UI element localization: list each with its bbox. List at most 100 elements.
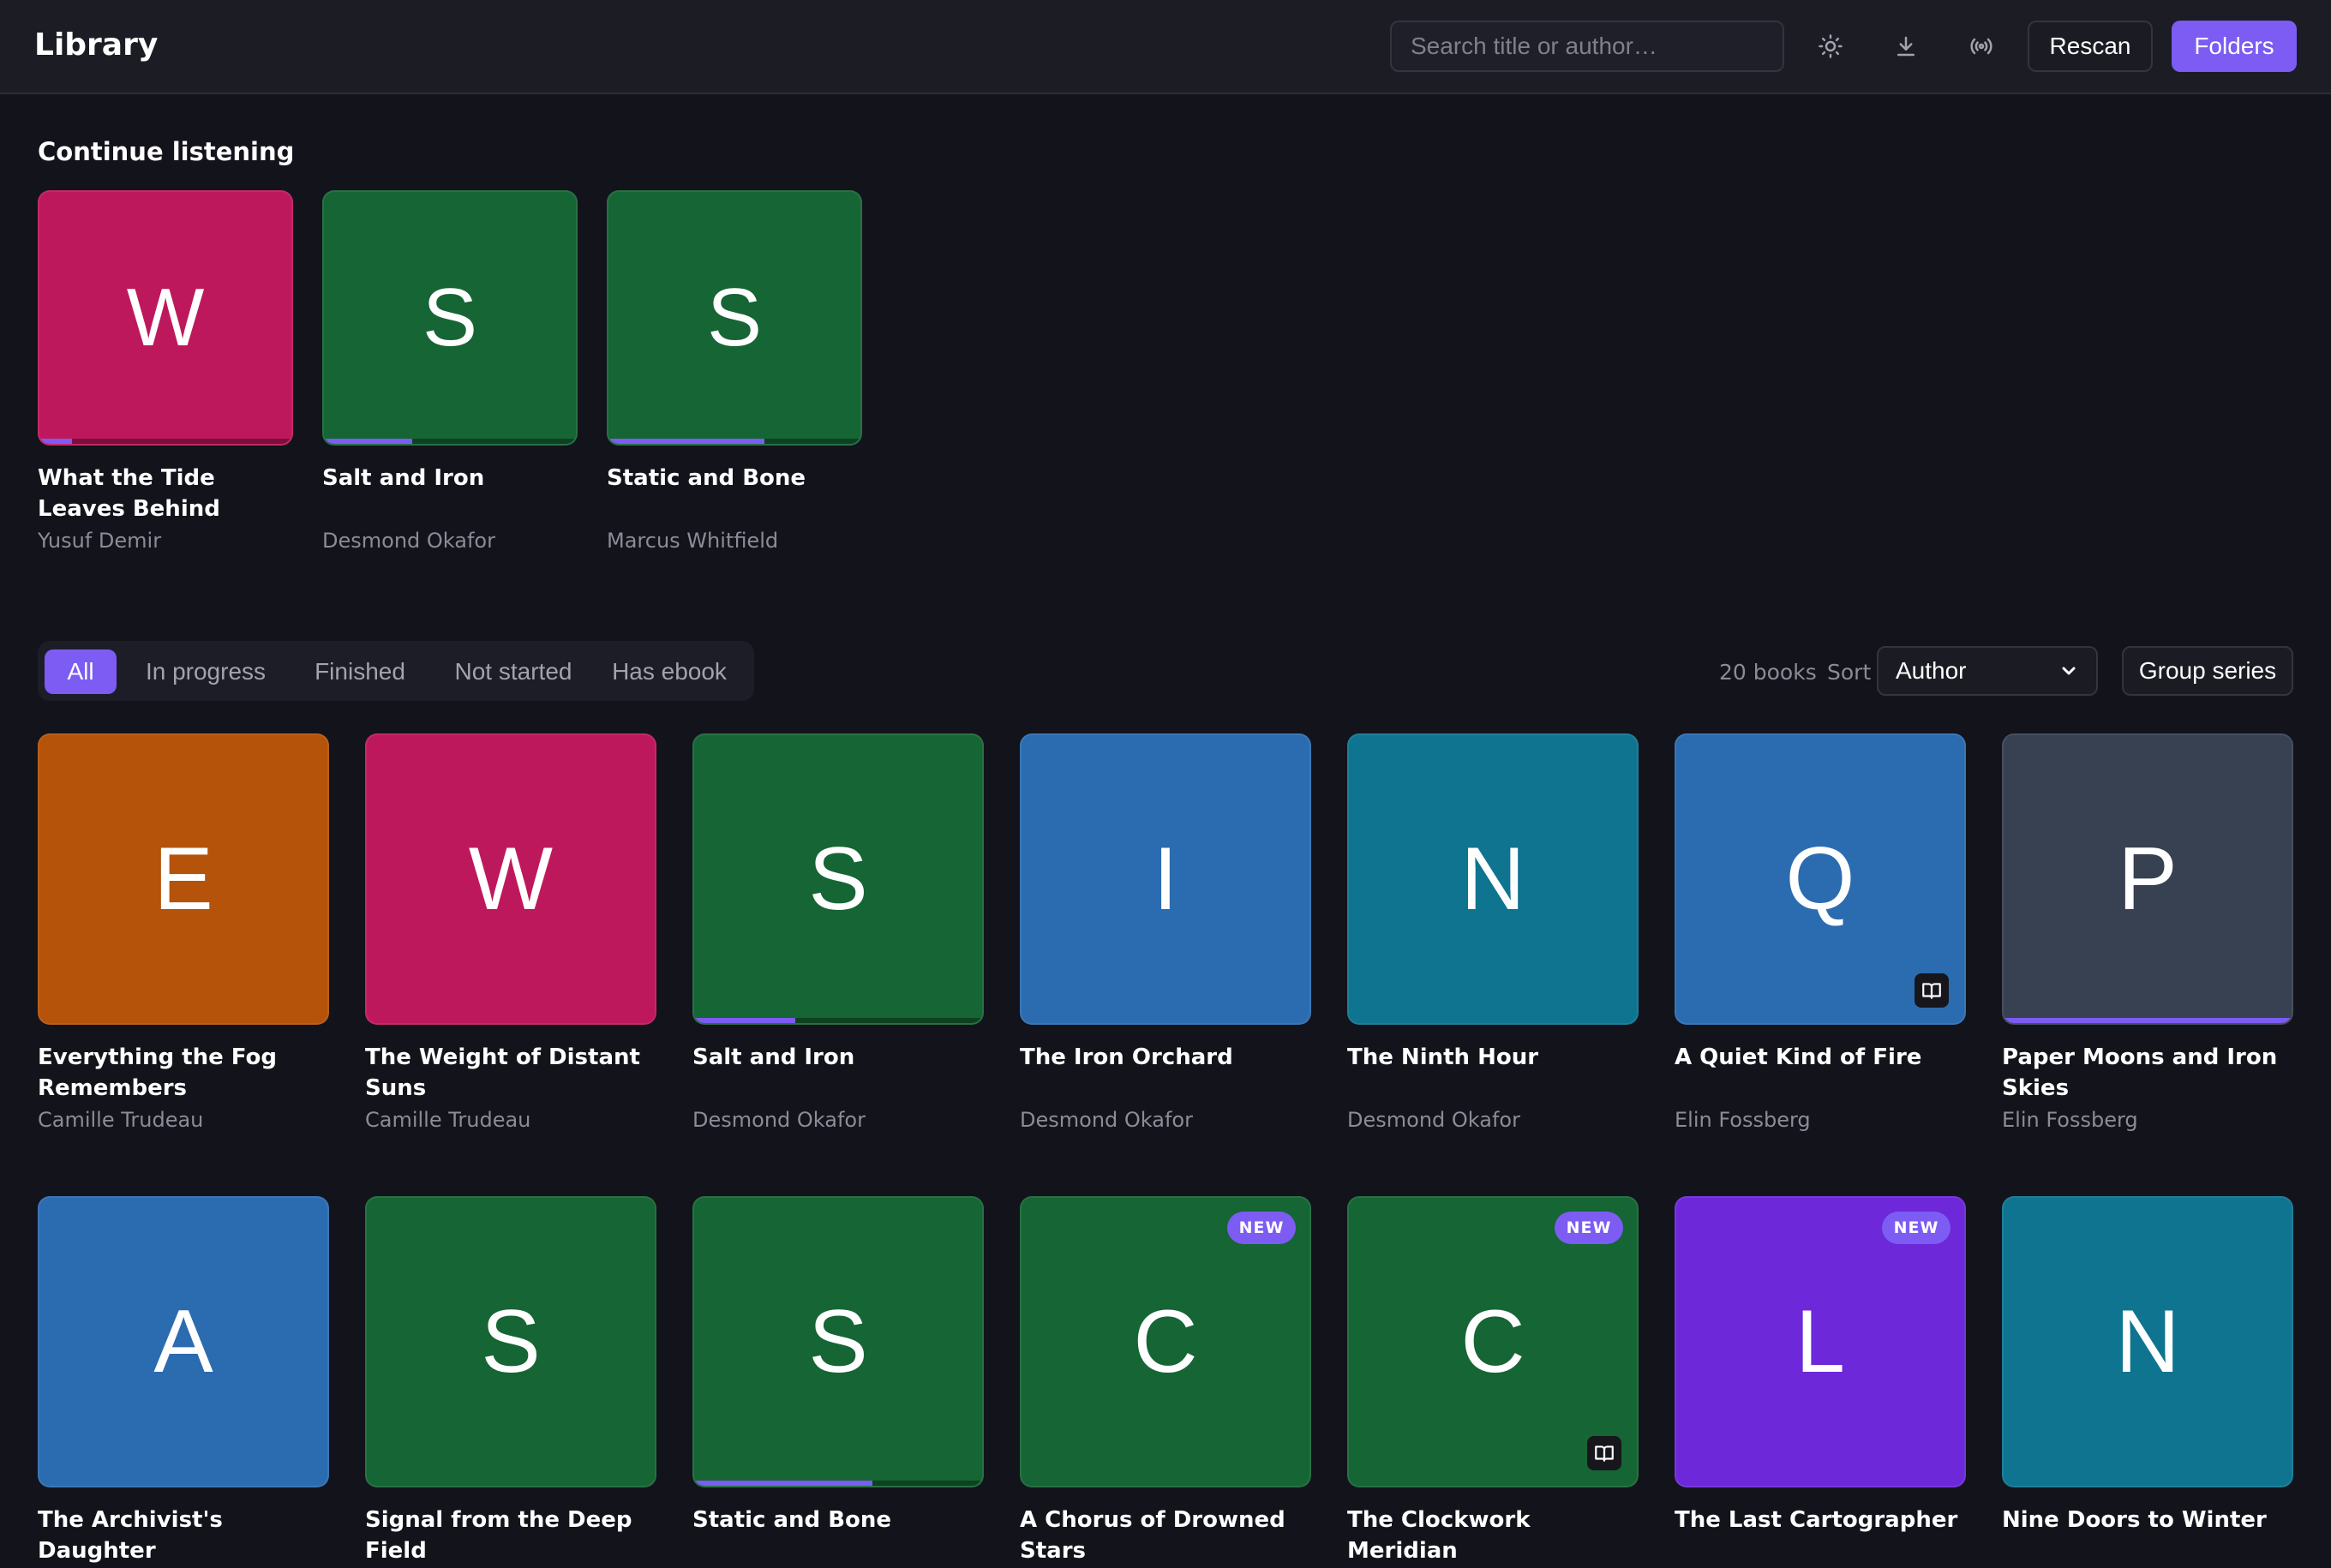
- cover-letter: S: [422, 272, 478, 363]
- new-badge: NEW: [1227, 1212, 1296, 1244]
- book-card[interactable]: W The Weight of Distant Suns Camille Trude…: [365, 733, 656, 1134]
- book-card[interactable]: P Paper Moons and Iron Skies Elin Fossberg: [2002, 733, 2293, 1134]
- book-cover[interactable]: C NEW: [1020, 1196, 1311, 1487]
- book-title: The Ninth Hour: [1347, 1044, 1539, 1070]
- book-cover[interactable]: S: [692, 1196, 984, 1487]
- book-author: Desmond Okafor: [1020, 1108, 1193, 1132]
- book-title: Paper Moons and Iron Skies: [2002, 1044, 2278, 1101]
- book-cover[interactable]: S: [365, 1196, 656, 1487]
- download-button[interactable]: [1885, 26, 1927, 67]
- book-cover[interactable]: S: [692, 733, 984, 1025]
- book-card[interactable]: C NEW A Chorus of Drowned Stars: [1020, 1196, 1311, 1568]
- cover-letter: L: [1795, 1292, 1845, 1391]
- book-card[interactable]: S Salt and Iron Desmond Okafor: [692, 733, 984, 1134]
- sun-icon: [1819, 34, 1843, 58]
- book-count: 20 books: [1719, 660, 1817, 685]
- broadcast-button[interactable]: [1961, 26, 2002, 67]
- book-card[interactable]: N Nine Doors to Winter: [2002, 1196, 2293, 1568]
- broadcast-icon: [1970, 38, 1992, 55]
- book-card[interactable]: I The Iron Orchard Desmond Okafor: [1020, 733, 1311, 1134]
- filter-tab[interactable]: Not started: [449, 649, 578, 694]
- book-author: Desmond Okafor: [322, 529, 495, 553]
- cover-letter: W: [126, 272, 205, 363]
- book-cover[interactable]: S: [607, 190, 862, 446]
- sort-select[interactable]: Author: [1877, 646, 2098, 696]
- book-card[interactable]: W What the Tide Leaves Behind Yusuf Demir: [38, 190, 293, 555]
- filter-tab[interactable]: In progress: [135, 649, 276, 694]
- book-title: Static and Bone: [692, 1507, 892, 1533]
- cover-letter: S: [808, 1292, 868, 1391]
- book-cover[interactable]: S: [322, 190, 578, 446]
- progress-track: [694, 1481, 982, 1486]
- book-cover[interactable]: L NEW: [1675, 1196, 1966, 1487]
- book-author: Camille Trudeau: [365, 1108, 531, 1132]
- cover-letter: E: [153, 829, 213, 929]
- theme-toggle-button[interactable]: [1810, 26, 1851, 67]
- folders-button[interactable]: Folders: [2172, 21, 2297, 72]
- ebook-badge: [1587, 1436, 1621, 1470]
- progress-bar: [608, 439, 765, 444]
- book-cover[interactable]: C NEW: [1347, 1196, 1639, 1487]
- sort-value: Author: [1896, 657, 1967, 684]
- cover-letter: W: [468, 829, 554, 929]
- book-title: Nine Doors to Winter: [2002, 1507, 2267, 1533]
- cover-letter: N: [1460, 829, 1525, 929]
- cover-letter: Q: [1785, 829, 1855, 929]
- filter-tab[interactable]: Finished: [302, 649, 418, 694]
- cover-letter: I: [1153, 829, 1178, 929]
- progress-bar: [324, 439, 412, 444]
- book-card[interactable]: S Static and Bone: [692, 1196, 984, 1568]
- book-cover[interactable]: N: [1347, 733, 1639, 1025]
- book-card[interactable]: S Signal from the Deep Field: [365, 1196, 656, 1568]
- book-open-icon: [1922, 983, 1941, 999]
- book-author: Desmond Okafor: [692, 1108, 866, 1132]
- book-card[interactable]: C NEW The Clockwork Meridian: [1347, 1196, 1639, 1568]
- book-author: Yusuf Demir: [38, 529, 162, 553]
- book-title: Static and Bone: [607, 465, 806, 491]
- search-input[interactable]: [1390, 21, 1784, 72]
- cover-letter: S: [808, 829, 868, 929]
- book-author: Desmond Okafor: [1347, 1108, 1520, 1132]
- cover-letter: S: [481, 1292, 541, 1391]
- book-card[interactable]: S Salt and Iron Desmond Okafor: [322, 190, 578, 555]
- book-title: Salt and Iron: [322, 465, 485, 491]
- filter-tab[interactable]: Has ebook: [605, 649, 734, 694]
- progress-track: [39, 439, 291, 444]
- book-card[interactable]: E Everything the Fog Remembers Camille Tru…: [38, 733, 329, 1134]
- book-title: A Chorus of Drowned Stars: [1020, 1507, 1285, 1564]
- progress-bar: [39, 439, 73, 444]
- book-card[interactable]: A The Archivist's Daughter: [38, 1196, 329, 1568]
- book-author: Elin Fossberg: [2002, 1108, 2138, 1132]
- book-cover[interactable]: P: [2002, 733, 2293, 1025]
- book-card[interactable]: L NEW The Last Cartographer: [1675, 1196, 1966, 1568]
- sort-label: Sort: [1827, 660, 1872, 685]
- progress-track: [608, 439, 860, 444]
- book-card[interactable]: Q A Quiet Kind of Fire Elin Fossberg: [1675, 733, 1966, 1134]
- book-cover[interactable]: I: [1020, 733, 1311, 1025]
- book-title: Signal from the Deep Field: [365, 1507, 632, 1564]
- progress-bar: [694, 1018, 795, 1023]
- progress-track: [324, 439, 576, 444]
- progress-track: [2004, 1018, 2292, 1023]
- book-card[interactable]: S Static and Bone Marcus Whitfield: [607, 190, 862, 555]
- book-cover[interactable]: E: [38, 733, 329, 1025]
- cover-letter: A: [153, 1292, 213, 1391]
- book-title: A Quiet Kind of Fire: [1675, 1044, 1922, 1070]
- group-series-button[interactable]: Group series: [2122, 646, 2293, 696]
- book-cover[interactable]: W: [38, 190, 293, 446]
- book-author: Camille Trudeau: [38, 1108, 204, 1132]
- book-cover[interactable]: N: [2002, 1196, 2293, 1487]
- book-cover[interactable]: W: [365, 733, 656, 1025]
- filter-tab[interactable]: All: [45, 649, 117, 694]
- new-badge: NEW: [1555, 1212, 1623, 1244]
- continue-listening-title: Continue listening: [38, 137, 295, 166]
- book-cover[interactable]: A: [38, 1196, 329, 1487]
- app-header: Library Rescan Folders: [0, 0, 2331, 94]
- rescan-button[interactable]: Rescan: [2028, 21, 2153, 72]
- cover-letter: S: [706, 272, 763, 363]
- book-card[interactable]: N The Ninth Hour Desmond Okafor: [1347, 733, 1639, 1134]
- book-title: The Archivist's Daughter: [38, 1507, 223, 1564]
- ebook-badge: [1915, 973, 1949, 1008]
- book-cover[interactable]: Q: [1675, 733, 1966, 1025]
- book-title: What the Tide Leaves Behind: [38, 465, 220, 522]
